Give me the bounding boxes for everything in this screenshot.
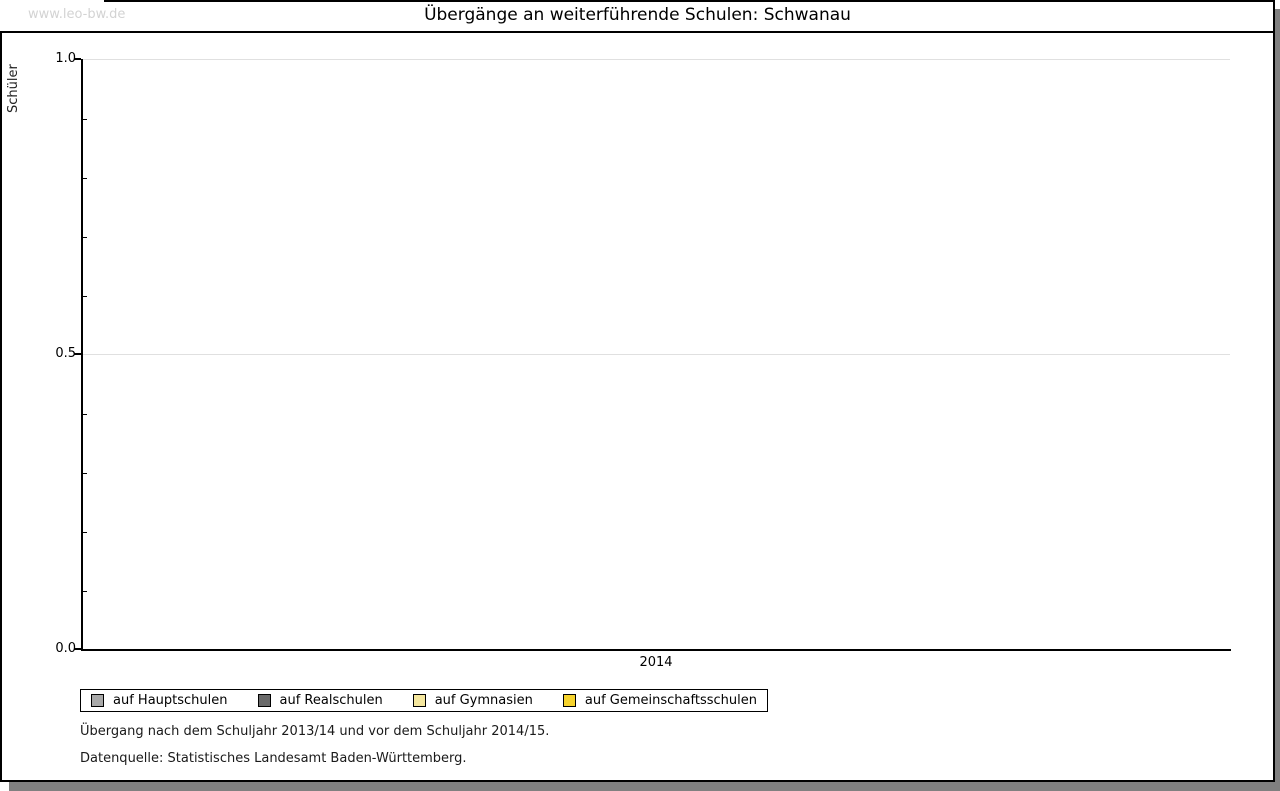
x-tick-label-2014: 2014 bbox=[639, 655, 673, 670]
page-title: Übergänge an weiterführende Schulen: Sch… bbox=[424, 5, 851, 25]
y-tick-minor bbox=[83, 532, 87, 533]
y-axis-line bbox=[81, 59, 83, 651]
legend-item-gymnasien: auf Gymnasien bbox=[412, 693, 533, 708]
titlebar-separator bbox=[0, 31, 1275, 33]
gridline-0-5 bbox=[83, 354, 1230, 355]
y-tick-minor bbox=[83, 237, 87, 238]
legend-label: auf Hauptschulen bbox=[113, 693, 228, 708]
legend-swatch-hauptschulen bbox=[91, 694, 104, 707]
footnote-schuljahr: Übergang nach dem Schuljahr 2013/14 und … bbox=[80, 724, 550, 739]
legend-swatch-realschulen bbox=[257, 694, 271, 707]
y-tick-minor bbox=[83, 591, 87, 592]
frame-border-left bbox=[0, 0, 2, 782]
drop-shadow-bottom bbox=[9, 782, 1280, 791]
legend-item-realschulen: auf Realschulen bbox=[257, 693, 383, 708]
legend-label: auf Gymnasien bbox=[434, 693, 533, 708]
legend-item-gemeinschaftsschulen: auf Gemeinschaftsschulen bbox=[562, 693, 757, 708]
legend-item-hauptschulen: auf Hauptschulen bbox=[91, 693, 228, 708]
y-axis-title: Schüler bbox=[6, 64, 21, 113]
legend: auf Hauptschulen auf Realschulen auf Gym… bbox=[80, 689, 768, 712]
y-tick-minor bbox=[83, 296, 87, 297]
frame-border-top bbox=[0, 0, 1275, 2]
y-tick-minor bbox=[83, 473, 87, 474]
gridline-1-0 bbox=[83, 59, 1230, 60]
drop-shadow-right bbox=[1275, 9, 1280, 791]
y-tick-minor bbox=[83, 119, 87, 120]
x-axis-line bbox=[81, 649, 1231, 651]
legend-label: auf Gemeinschaftsschulen bbox=[584, 693, 757, 708]
legend-swatch-gymnasien bbox=[412, 694, 426, 707]
legend-swatch-gemeinschaftsschulen bbox=[562, 694, 576, 707]
y-tick-label-0-5: 0.5 bbox=[55, 346, 76, 361]
y-tick-label-0-0: 0.0 bbox=[55, 641, 76, 656]
legend-label: auf Realschulen bbox=[279, 693, 383, 708]
watermark-text: www.leo-bw.de bbox=[28, 7, 126, 22]
y-tick-label-1-0: 1.0 bbox=[55, 51, 76, 66]
y-tick-minor bbox=[83, 178, 87, 179]
y-tick-minor bbox=[83, 414, 87, 415]
footnote-datenquelle: Datenquelle: Statistisches Landesamt Bad… bbox=[80, 751, 467, 766]
watermark: www.leo-bw.de bbox=[0, 0, 125, 31]
